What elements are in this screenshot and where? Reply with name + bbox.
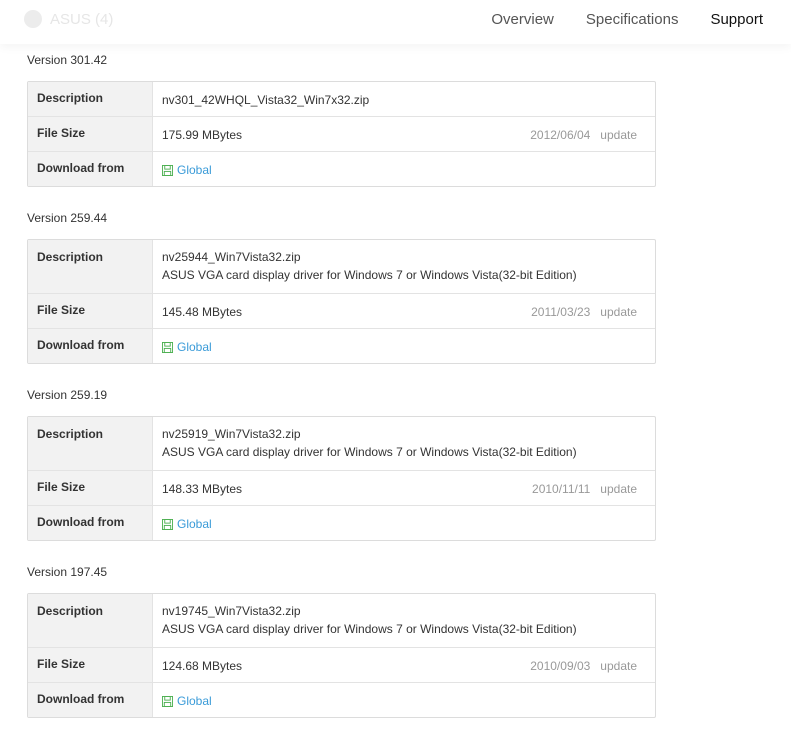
release-meta: 2010/09/03 update	[530, 657, 637, 675]
release-date: 2010/09/03	[530, 659, 591, 673]
file-name: nv25919_Win7Vista32.zip	[162, 427, 301, 441]
download-header: Download from	[28, 329, 153, 363]
file-size-header: File Size	[28, 117, 153, 151]
file-size-value-cell: 175.99 MBytes 2012/06/04 update	[153, 117, 655, 151]
driver-card: Description nv25944_Win7Vista32.zip ASUS…	[27, 239, 656, 364]
file-size-value-cell: 124.68 MBytes 2010/09/03 update	[153, 648, 655, 682]
update-label: update	[600, 128, 637, 142]
download-value-cell: Global	[153, 506, 655, 540]
product-title: ASUS (4)	[24, 10, 113, 28]
description-value: nv19745_Win7Vista32.zip ASUS VGA card di…	[153, 594, 655, 647]
download-row: Download from Global	[28, 328, 655, 363]
download-value-cell: Global	[153, 152, 655, 186]
driver-description: ASUS VGA card display driver for Windows…	[162, 445, 577, 459]
product-logo-icon	[24, 10, 42, 28]
download-header: Download from	[28, 152, 153, 186]
file-size-value-cell: 145.48 MBytes 2011/03/23 update	[153, 294, 655, 328]
floppy-disk-icon	[162, 164, 173, 176]
driver-description: ASUS VGA card display driver for Windows…	[162, 268, 577, 282]
description-row: Description nv19745_Win7Vista32.zip ASUS…	[28, 594, 655, 647]
file-size-header: File Size	[28, 648, 153, 682]
top-navbar: ASUS (4) Overview Specifications Support	[0, 0, 791, 44]
download-value-cell: Global	[153, 683, 655, 717]
driver-card: Description nv19745_Win7Vista32.zip ASUS…	[27, 593, 656, 718]
tab-support[interactable]: Support	[710, 11, 763, 28]
global-download-label: Global	[177, 340, 212, 354]
file-size-value: 175.99 MBytes	[162, 128, 243, 142]
file-size-row: File Size 145.48 MBytes 2011/03/23 update	[28, 293, 655, 328]
file-size-row: File Size 148.33 MBytes 2010/11/11 update	[28, 470, 655, 505]
file-size-row: File Size 175.99 MBytes 2012/06/04 update	[28, 116, 655, 151]
description-value: nv301_42WHQL_Vista32_Win7x32.zip	[153, 82, 655, 116]
floppy-disk-icon	[162, 341, 173, 353]
file-size-value-cell: 148.33 MBytes 2010/11/11 update	[153, 471, 655, 505]
description-header: Description	[28, 240, 153, 293]
file-size-value: 148.33 MBytes	[162, 482, 243, 496]
download-value-cell: Global	[153, 329, 655, 363]
global-download-label: Global	[177, 517, 212, 531]
driver-card: Description nv301_42WHQL_Vista32_Win7x32…	[27, 81, 656, 187]
version-label: Version 197.45	[27, 565, 108, 579]
download-row: Download from Global	[28, 505, 655, 540]
release-meta: 2010/11/11 update	[532, 480, 637, 498]
global-download-link[interactable]: Global	[162, 515, 212, 533]
release-meta: 2011/03/23 update	[531, 303, 637, 321]
file-size-row: File Size 124.68 MBytes 2010/09/03 update	[28, 647, 655, 682]
version-label: Version 301.42	[27, 53, 108, 67]
description-header: Description	[28, 417, 153, 470]
update-label: update	[600, 482, 637, 496]
file-name: nv25944_Win7Vista32.zip	[162, 250, 301, 264]
file-size-value: 145.48 MBytes	[162, 305, 243, 319]
download-header: Download from	[28, 506, 153, 540]
description-row: Description nv25919_Win7Vista32.zip ASUS…	[28, 417, 655, 470]
release-date: 2011/03/23	[531, 305, 591, 319]
update-label: update	[600, 659, 637, 673]
driver-card: Description nv25919_Win7Vista32.zip ASUS…	[27, 416, 656, 541]
version-label: Version 259.44	[27, 211, 108, 225]
download-header: Download from	[28, 683, 153, 717]
driver-version-block: Version 301.42 Description nv301_42WHQL_…	[27, 53, 656, 187]
release-date: 2012/06/04	[530, 128, 591, 142]
global-download-link[interactable]: Global	[162, 692, 212, 710]
product-title-text: ASUS (4)	[50, 10, 114, 28]
global-download-link[interactable]: Global	[162, 338, 212, 356]
update-label: update	[600, 305, 637, 319]
file-size-header: File Size	[28, 471, 153, 505]
file-name: nv301_42WHQL_Vista32_Win7x32.zip	[162, 93, 370, 107]
version-label: Version 259.19	[27, 388, 108, 402]
release-meta: 2012/06/04 update	[530, 126, 637, 144]
tab-overview[interactable]: Overview	[491, 11, 554, 28]
description-value: nv25919_Win7Vista32.zip ASUS VGA card di…	[153, 417, 655, 470]
floppy-disk-icon	[162, 695, 173, 707]
description-header: Description	[28, 594, 153, 647]
release-date: 2010/11/11	[532, 482, 591, 496]
download-row: Download from Global	[28, 682, 655, 717]
global-download-link[interactable]: Global	[162, 161, 212, 179]
driver-list: Version 301.42 Description nv301_42WHQL_…	[27, 53, 656, 742]
description-row: Description nv25944_Win7Vista32.zip ASUS…	[28, 240, 655, 293]
driver-version-block: Version 259.44 Description nv25944_Win7V…	[27, 211, 656, 364]
file-size-header: File Size	[28, 294, 153, 328]
floppy-disk-icon	[162, 518, 173, 530]
download-row: Download from Global	[28, 151, 655, 186]
product-tabs: Overview Specifications Support	[459, 11, 763, 28]
file-size-value: 124.68 MBytes	[162, 659, 243, 673]
driver-version-block: Version 197.45 Description nv19745_Win7V…	[27, 565, 656, 718]
file-name: nv19745_Win7Vista32.zip	[162, 604, 301, 618]
description-row: Description nv301_42WHQL_Vista32_Win7x32…	[28, 82, 655, 116]
description-header: Description	[28, 82, 153, 116]
driver-version-block: Version 259.19 Description nv25919_Win7V…	[27, 388, 656, 541]
global-download-label: Global	[177, 163, 212, 177]
description-value: nv25944_Win7Vista32.zip ASUS VGA card di…	[153, 240, 655, 293]
tab-specifications[interactable]: Specifications	[586, 11, 679, 28]
global-download-label: Global	[177, 694, 212, 708]
driver-description: ASUS VGA card display driver for Windows…	[162, 622, 577, 636]
